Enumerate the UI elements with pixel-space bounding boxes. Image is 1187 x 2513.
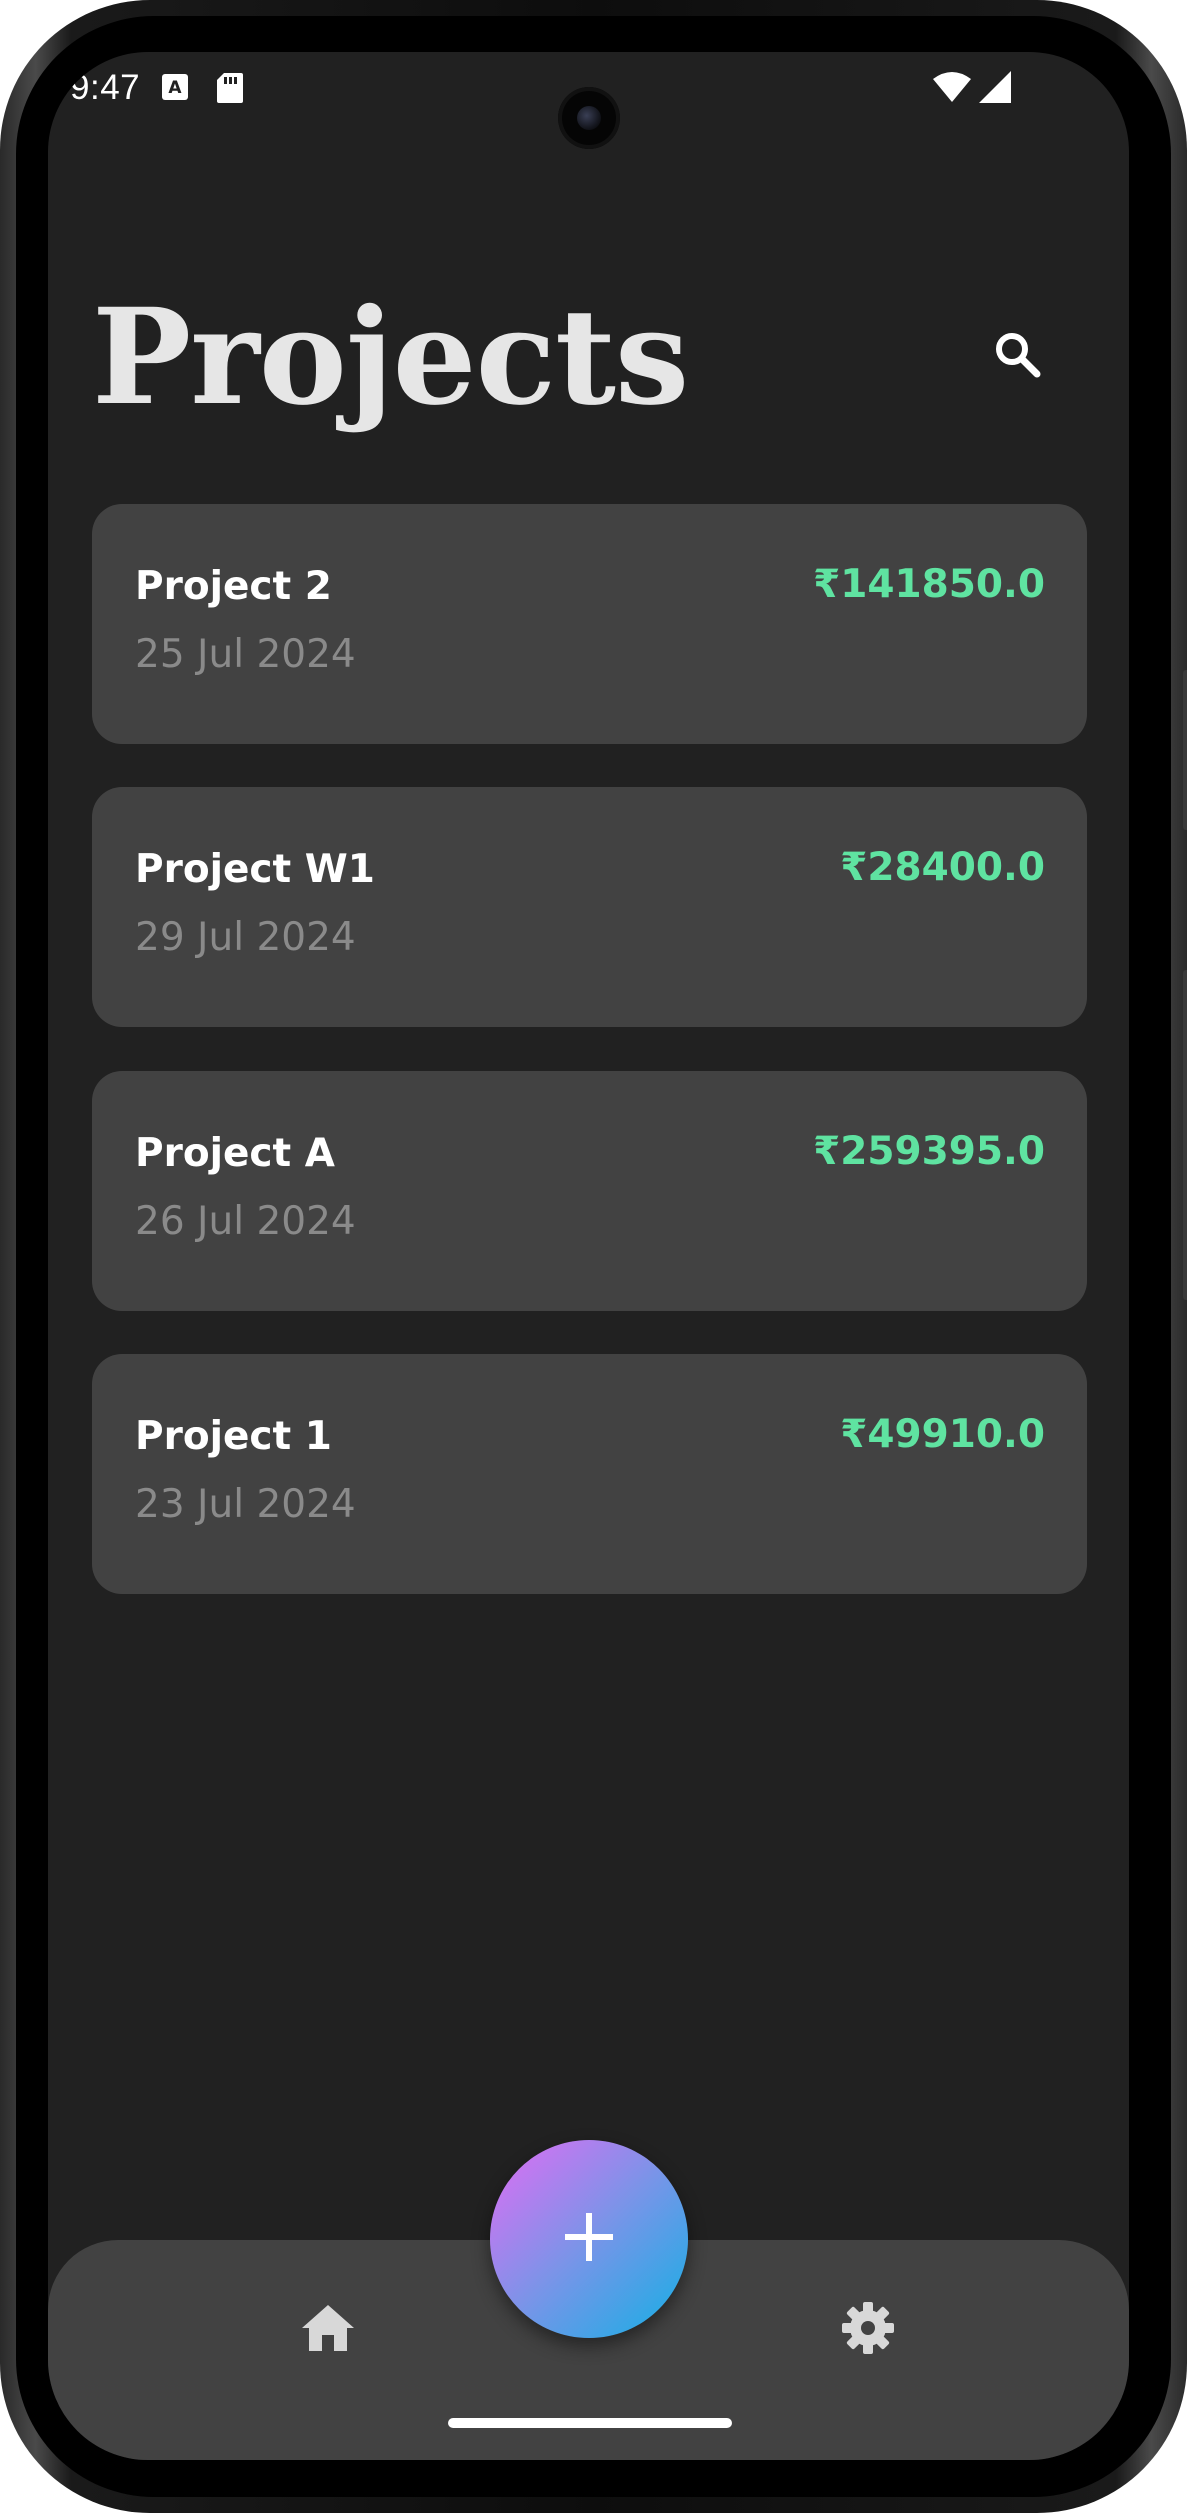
project-date: 29 Jul 2024 [135,915,356,960]
project-name: Project W1 [135,847,375,892]
project-amount: ₹141850.0 [813,562,1045,607]
front-camera [558,87,620,149]
search-icon [992,329,1044,386]
nav-home-button[interactable] [288,2290,368,2370]
sd-card-icon [216,72,244,109]
project-card[interactable]: Project A 26 Jul 2024 ₹259395.0 [92,1071,1087,1311]
app-screen: 9:47 A Projects Project 2 25 Jul 2024 ₹1… [48,52,1129,2460]
nav-settings-button[interactable] [828,2290,908,2370]
power-button [1183,670,1187,830]
page-title: Projects [92,280,689,435]
volume-button [1183,970,1187,1300]
project-date: 25 Jul 2024 [135,632,356,677]
project-amount: ₹28400.0 [840,845,1045,890]
wifi-icon [932,70,972,109]
phone-frame: 9:47 A Projects Project 2 25 Jul 2024 ₹1… [0,0,1187,2513]
project-amount: ₹49910.0 [840,1412,1045,1457]
project-card[interactable]: Project W1 29 Jul 2024 ₹28400.0 [92,787,1087,1027]
gesture-bar[interactable] [448,2418,732,2428]
project-card[interactable]: Project 1 23 Jul 2024 ₹49910.0 [92,1354,1087,1594]
project-card[interactable]: Project 2 25 Jul 2024 ₹141850.0 [92,504,1087,744]
plus-icon [561,2209,617,2270]
project-date: 23 Jul 2024 [135,1482,356,1527]
settings-icon [840,2300,896,2361]
project-date: 26 Jul 2024 [135,1199,356,1244]
project-name: Project A [135,1131,335,1176]
svg-text:A: A [168,78,182,98]
add-project-button[interactable] [490,2140,688,2338]
home-icon [300,2303,356,2358]
search-button[interactable] [978,317,1058,397]
cell-signal-icon [978,70,1012,109]
a-box-icon: A [160,72,190,107]
phone-bezel: 9:47 A Projects Project 2 25 Jul 2024 ₹1… [16,16,1171,2497]
project-name: Project 1 [135,1414,332,1459]
status-time: 9:47 [70,68,141,107]
project-amount: ₹259395.0 [813,1129,1045,1174]
project-name: Project 2 [135,564,332,609]
